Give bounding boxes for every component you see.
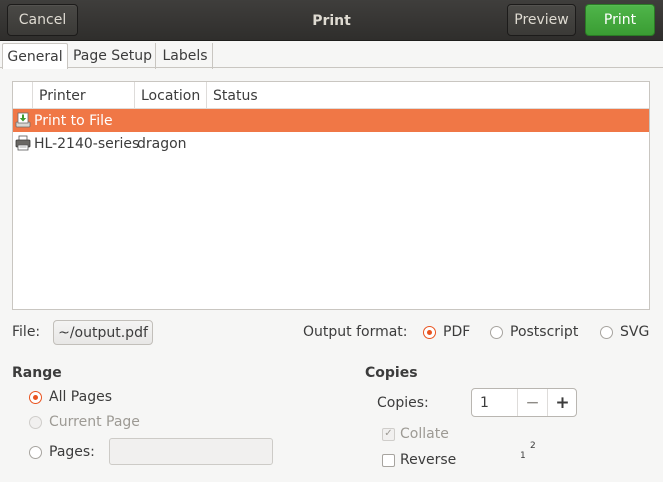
printer-list-header: Printer Location Status — [13, 82, 649, 109]
radio-indicator — [490, 325, 503, 339]
pages-input[interactable] — [109, 438, 273, 465]
cancel-button[interactable]: Cancel — [7, 4, 78, 36]
column-header-status[interactable]: Status — [206, 82, 649, 109]
radio-indicator — [29, 390, 42, 404]
range-pages-radio[interactable]: Pages: — [29, 442, 95, 462]
print-to-file-icon — [15, 112, 31, 128]
collate-label: Collate — [400, 426, 449, 442]
file-label: File: — [12, 324, 41, 340]
checkbox-indicator — [382, 453, 395, 467]
file-chooser-button[interactable]: ~/output.pdf — [53, 320, 153, 345]
printer-name: Print to File — [34, 112, 113, 129]
increment-button[interactable]: + — [547, 389, 577, 416]
preview-button[interactable]: Preview — [507, 4, 576, 36]
copies-label: Copies: — [377, 395, 429, 411]
decrement-button[interactable]: − — [517, 389, 547, 416]
reverse-label: Reverse — [400, 452, 457, 468]
radio-indicator — [29, 445, 42, 459]
range-current-page-label: Current Page — [49, 414, 140, 430]
checkmark-icon: ✓ — [382, 427, 395, 441]
printer-row-print-to-file[interactable]: Print to File — [13, 109, 649, 132]
format-svg-radio[interactable]: SVG — [600, 322, 649, 342]
column-header-location[interactable]: Location — [134, 82, 206, 109]
printer-location: dragon — [137, 135, 187, 152]
tab-bar: General Page Setup Labels — [0, 41, 663, 69]
format-pdf-label: PDF — [443, 324, 471, 340]
printer-name: HL-2140-series — [34, 135, 140, 152]
printer-list[interactable]: Printer Location Status Print to File HL… — [12, 81, 650, 310]
printer-icon — [15, 135, 31, 151]
collate-checkbox[interactable]: ✓ Collate — [382, 424, 449, 444]
collate-sheet-front: 2 — [530, 441, 536, 451]
reverse-checkbox[interactable]: Reverse — [382, 450, 456, 470]
copies-value[interactable]: 1 — [472, 389, 517, 416]
format-postscript-label: Postscript — [510, 324, 579, 340]
format-postscript-radio[interactable]: Postscript — [490, 322, 578, 342]
radio-indicator — [29, 415, 42, 429]
tab-labels[interactable]: Labels — [158, 43, 213, 69]
print-button[interactable]: Print — [585, 4, 655, 36]
tab-general[interactable]: General — [2, 43, 68, 69]
output-format-label: Output format: — [303, 324, 408, 340]
radio-indicator — [600, 325, 613, 339]
format-pdf-radio[interactable]: PDF — [423, 322, 470, 342]
range-title: Range — [12, 365, 62, 381]
header-bar: Print Cancel Preview Print — [0, 0, 663, 41]
copies-spinbutton[interactable]: 1 − + — [471, 388, 577, 417]
printer-row-hl-2140[interactable]: HL-2140-series dragon — [13, 132, 649, 155]
range-pages-label: Pages: — [49, 444, 95, 460]
column-header-printer[interactable]: Printer — [32, 82, 134, 109]
range-current-page-radio[interactable]: Current Page — [29, 412, 140, 432]
collate-sheet-back: 1 — [520, 451, 526, 461]
column-header-icon[interactable] — [13, 82, 32, 109]
range-all-pages-label: All Pages — [49, 389, 112, 405]
copies-title: Copies — [365, 365, 418, 381]
range-all-pages-radio[interactable]: All Pages — [29, 387, 112, 407]
collate-preview: 2 1 — [515, 438, 545, 464]
format-svg-label: SVG — [620, 324, 650, 340]
radio-indicator — [423, 325, 436, 339]
tab-page-setup[interactable]: Page Setup — [70, 43, 156, 69]
